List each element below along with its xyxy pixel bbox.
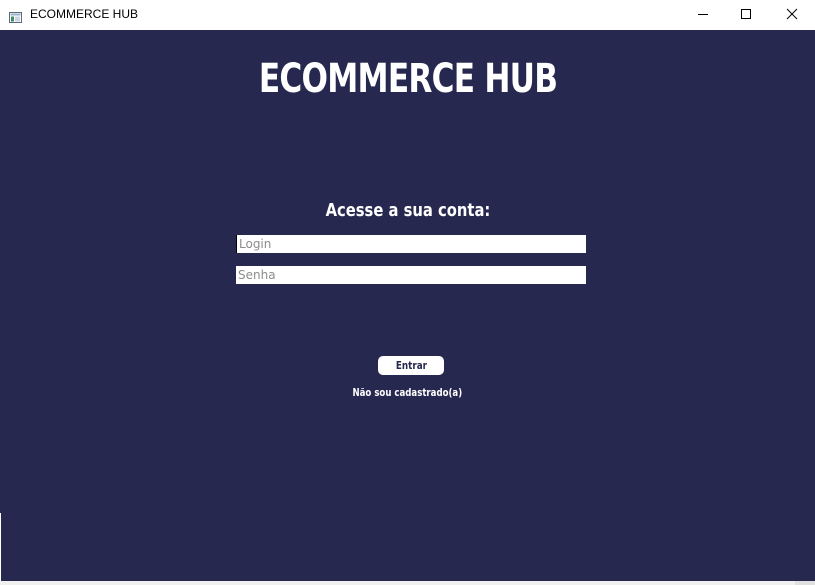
maximize-icon: [740, 5, 752, 24]
login-subtitle: Acesse a sua conta:: [325, 200, 491, 221]
register-link[interactable]: Não sou cadastrado(a): [0, 386, 815, 399]
title-bar[interactable]: ECOMMERCE HUB: [0, 0, 815, 30]
close-icon: [786, 5, 798, 24]
enter-button[interactable]: Entrar: [378, 356, 444, 375]
app-window: ECOMMERCE HUB ECOMMERCE HUB Acesse a sua…: [0, 0, 815, 585]
minimize-button[interactable]: [680, 0, 726, 29]
close-button[interactable]: [769, 0, 815, 29]
login-input[interactable]: [236, 235, 586, 253]
password-input[interactable]: [236, 266, 586, 284]
app-window-icon: [9, 8, 22, 23]
app-heading: ECOMMERCE HUB: [258, 56, 558, 102]
login-panel: [1, 30, 815, 581]
maximize-button[interactable]: [723, 0, 769, 29]
window-title: ECOMMERCE HUB: [30, 7, 139, 21]
window-bottom-border: [0, 581, 815, 585]
minimize-icon: [697, 5, 709, 24]
resize-grip[interactable]: [795, 581, 815, 585]
enter-button-label: Entrar: [395, 359, 427, 372]
register-link-label: Não sou cadastrado(a): [352, 386, 463, 399]
